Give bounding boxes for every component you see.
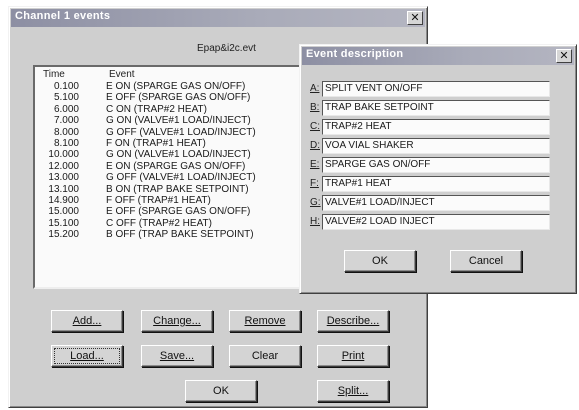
description-input[interactable]: VOA VIAL SHAKER <box>322 138 550 154</box>
event-time: 14.900 <box>48 195 79 206</box>
event-row[interactable]: 6.000 C ON (TRAP#2 HEAT) <box>35 104 325 115</box>
event-time: 6.000 <box>53 103 79 115</box>
event-row[interactable]: 8.000 G OFF (VALVE#1 LOAD/INJECT) <box>35 127 325 138</box>
description-row: A: SPLIT VENT ON/OFF <box>310 81 555 97</box>
description-row: G: VALVE#1 LOAD/INJECT <box>310 195 555 211</box>
event-time: 12.000 <box>48 160 79 172</box>
event-row[interactable]: 13.100 B ON (TRAP BAKE SETPOINT) <box>35 184 325 195</box>
event-label: G ON (VALVE#1 LOAD/INJECT) <box>106 149 251 161</box>
column-header-event: Event <box>109 69 135 80</box>
event-description-dialog: Event description ✕ A: SPLIT VENT ON/OFF B… <box>299 44 577 294</box>
description-key-label: C: <box>310 121 320 132</box>
event-row[interactable]: 15.000 E OFF (SPARGE GAS ON/OFF) <box>35 206 325 217</box>
description-key-label: A: <box>310 83 320 94</box>
event-description-titlebar[interactable]: Event description ✕ <box>302 47 574 65</box>
close-icon: ✕ <box>559 49 569 62</box>
description-key-label: B: <box>310 102 320 113</box>
event-row[interactable]: 10.000 G ON (VALVE#1 LOAD/INJECT) <box>35 149 325 160</box>
event-row[interactable]: 13.000 G OFF (VALVE#1 LOAD/INJECT) <box>35 172 325 183</box>
event-time: 8.100 <box>53 138 79 149</box>
dialog-title: Event description <box>306 48 404 60</box>
event-time: 15.100 <box>48 217 79 229</box>
event-label: G OFF (VALVE#1 LOAD/INJECT) <box>106 126 256 138</box>
event-label: E OFF (SPARGE GAS ON/OFF) <box>106 206 251 218</box>
change-button[interactable]: Change... <box>141 310 213 332</box>
event-label: B OFF (TRAP BAKE SETPOINT) <box>106 229 254 241</box>
event-row[interactable]: 12.000 E ON (SPARGE GAS ON/OFF) <box>35 161 325 172</box>
event-label: G ON (VALVE#1 LOAD/INJECT) <box>106 115 251 127</box>
event-label: E ON (SPARGE GAS ON/OFF) <box>106 160 246 172</box>
event-time: 8.000 <box>53 126 79 138</box>
event-time: 13.000 <box>48 172 79 184</box>
event-label: G OFF (VALVE#1 LOAD/INJECT) <box>106 172 256 184</box>
description-key-label: D: <box>310 140 320 151</box>
close-button[interactable]: ✕ <box>407 11 423 25</box>
description-key-label: F: <box>310 178 319 189</box>
event-time: 0.100 <box>53 81 79 92</box>
event-time: 5.100 <box>53 92 79 104</box>
describe-button[interactable]: Describe... <box>317 310 389 332</box>
dialog-cancel-button[interactable]: Cancel <box>450 250 522 272</box>
event-time: 13.100 <box>48 183 79 195</box>
split-button[interactable]: Split... <box>317 380 389 402</box>
remove-button[interactable]: Remove <box>229 310 301 332</box>
event-label: E ON (SPARGE GAS ON/OFF) <box>106 81 246 92</box>
description-row: E: SPARGE GAS ON/OFF <box>310 157 555 173</box>
event-time: 10.000 <box>48 149 79 161</box>
event-time: 7.000 <box>53 115 79 127</box>
ok-button[interactable]: OK <box>185 380 257 402</box>
channel-events-titlebar[interactable]: Channel 1 events ✕ <box>11 9 425 27</box>
description-row: D: VOA VIAL SHAKER <box>310 138 555 154</box>
load-button[interactable]: Load... <box>51 345 123 367</box>
event-list[interactable]: Time Event 0.100 E ON (SPARGE GAS ON/OFF)… <box>33 65 333 289</box>
description-row: F: TRAP#1 HEAT <box>310 176 555 192</box>
event-label: E OFF (SPARGE GAS ON/OFF) <box>106 92 251 104</box>
event-label: C ON (TRAP#2 HEAT) <box>106 103 207 115</box>
description-input[interactable]: VALVE#2 LOAD INJECT <box>322 214 550 230</box>
clear-button[interactable]: Clear <box>229 345 301 367</box>
description-input[interactable]: SPARGE GAS ON/OFF <box>322 157 550 173</box>
description-input[interactable]: TRAP BAKE SETPOINT <box>322 100 550 116</box>
event-label: F ON (TRAP#1 HEAT) <box>106 138 206 149</box>
event-label: F OFF (TRAP#1 HEAT) <box>106 195 211 206</box>
window-title: Channel 1 events <box>15 10 111 22</box>
print-button[interactable]: Print <box>317 345 389 367</box>
description-row: H: VALVE#2 LOAD INJECT <box>310 214 555 230</box>
save-button[interactable]: Save... <box>141 345 213 367</box>
event-label: B ON (TRAP BAKE SETPOINT) <box>106 183 249 195</box>
description-input[interactable]: SPLIT VENT ON/OFF <box>322 81 550 97</box>
event-file-name: Epap&i2c.evt <box>197 43 256 54</box>
dialog-ok-button[interactable]: OK <box>344 250 416 272</box>
description-input[interactable]: TRAP#1 HEAT <box>322 176 550 192</box>
event-row[interactable]: 8.100 F ON (TRAP#1 HEAT) <box>35 138 325 149</box>
event-row[interactable]: 15.200 B OFF (TRAP BAKE SETPOINT) <box>35 229 325 240</box>
add-button[interactable]: Add... <box>51 310 123 332</box>
description-input[interactable]: TRAP#2 HEAT <box>322 119 550 135</box>
description-key-label: G: <box>310 197 321 208</box>
event-row[interactable]: 5.100 E OFF (SPARGE GAS ON/OFF) <box>35 92 325 103</box>
close-icon: ✕ <box>410 11 420 24</box>
description-row: B: TRAP BAKE SETPOINT <box>310 100 555 116</box>
event-row[interactable]: 15.100 C OFF (TRAP#2 HEAT) <box>35 218 325 229</box>
description-input[interactable]: VALVE#1 LOAD/INJECT <box>322 195 550 211</box>
description-row: C: TRAP#2 HEAT <box>310 119 555 135</box>
description-key-label: E: <box>310 159 320 170</box>
event-row[interactable]: 0.100 E ON (SPARGE GAS ON/OFF) <box>35 81 325 92</box>
event-time: 15.000 <box>48 206 79 218</box>
dialog-close-button[interactable]: ✕ <box>556 49 572 63</box>
column-header-time: Time <box>43 69 65 80</box>
event-row[interactable]: 14.900 F OFF (TRAP#1 HEAT) <box>35 195 325 206</box>
event-time: 15.200 <box>48 229 79 241</box>
event-row[interactable]: 7.000 G ON (VALVE#1 LOAD/INJECT) <box>35 115 325 126</box>
event-label: C OFF (TRAP#2 HEAT) <box>106 217 212 229</box>
description-key-label: H: <box>310 216 320 227</box>
